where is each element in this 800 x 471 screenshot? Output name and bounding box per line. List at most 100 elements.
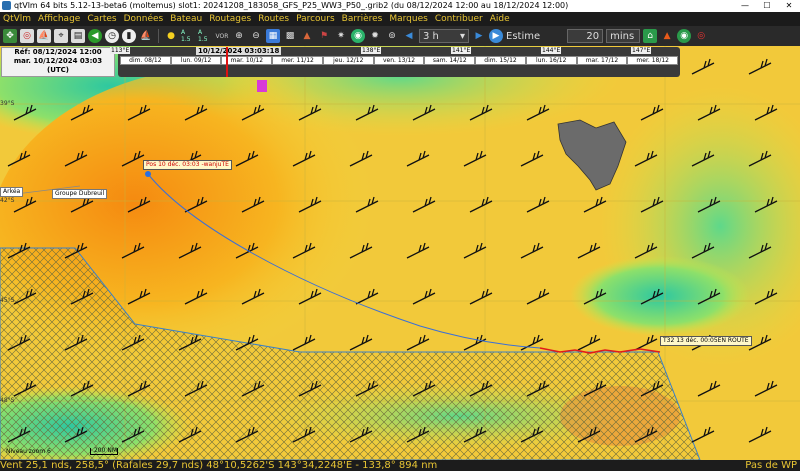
pause-icon[interactable]: ▮: [122, 29, 136, 43]
step-select[interactable]: 3 h ▾: [419, 29, 469, 43]
zoom-in-icon[interactable]: ⊕: [232, 29, 246, 43]
menu-barrieres[interactable]: Barrières: [339, 12, 387, 26]
routing-icon[interactable]: ⌖: [54, 29, 68, 43]
warning-icon[interactable]: ▲: [660, 29, 674, 43]
timeline-day[interactable]: lun. 09/12: [170, 56, 222, 65]
timeline-day[interactable]: jeu. 12/12: [322, 56, 374, 65]
window-titlebar: qtVlm 64 bits 5.12-13-beta6 (moltemus) s…: [0, 0, 800, 12]
arrows-icon[interactable]: ✥: [3, 29, 17, 43]
wind-a-icon[interactable]: A 1.5: [181, 29, 195, 43]
map-canvas[interactable]: [0, 46, 800, 460]
lon-label-4: 144°E: [541, 47, 562, 54]
gps-icon[interactable]: ◎: [20, 29, 34, 43]
maximize-button[interactable]: ☐: [756, 0, 778, 12]
target-icon[interactable]: ⊚: [385, 29, 399, 43]
timeline-bar[interactable]: 113°E 10/12/2024 03:03:18 138°E 141°E 14…: [110, 47, 680, 77]
menu-bateau[interactable]: Bateau: [167, 12, 206, 26]
globe-icon[interactable]: ◉: [351, 29, 365, 43]
boat-label-arkea[interactable]: Arkéa: [0, 187, 24, 197]
menu-qtvlm[interactable]: QtVlm: [0, 12, 35, 26]
menu-routages[interactable]: Routages: [206, 12, 255, 26]
home-icon[interactable]: ⌂: [643, 29, 658, 43]
current-date: mar. 10/12/2024 03:03: [13, 57, 103, 65]
lat-label-2: 42°S: [0, 197, 15, 204]
sail-icon[interactable]: ⛵: [139, 29, 153, 43]
compass-icon[interactable]: ✷: [334, 29, 348, 43]
menu-marques[interactable]: Marques: [386, 12, 431, 26]
menu-aide[interactable]: Aide: [487, 12, 514, 26]
zoom-out-icon[interactable]: ⊖: [249, 29, 263, 43]
route-start-label[interactable]: Pos 10 déc. 03:03 -wanjuTE: [143, 160, 232, 170]
estime-play-icon[interactable]: ▶: [489, 29, 503, 43]
toolbar: ✥ ◎ ⛵ ⌖ ▤ ◀ ◷ ▮ ⛵ ● A 1.5 A 1.5 VOR ⊕ ⊖ …: [0, 26, 800, 56]
scale-bar: 200 NM: [90, 448, 118, 455]
route-end-label[interactable]: T32 13 déc. 00:05EN ROUTE: [660, 336, 752, 346]
lightbulb-icon[interactable]: ●: [164, 29, 178, 43]
lon-label-1: 113°E: [110, 47, 131, 54]
reference-date: Réf: 08/12/2024 12:00: [14, 48, 102, 56]
sync-icon[interactable]: ◉: [677, 29, 692, 43]
status-text: Vent 25,1 nds, 258,5° (Rafales 29,7 nds)…: [0, 460, 438, 471]
timeline-day[interactable]: lun. 16/12: [525, 56, 577, 65]
chevron-down-icon: ▾: [459, 31, 465, 42]
estime-label: Estime: [506, 30, 541, 42]
step-value: 3 h: [423, 31, 439, 42]
lon-label-2: 138°E: [361, 47, 382, 54]
settings-icon[interactable]: ✹: [368, 29, 382, 43]
timeline-days: dim. 08/12 lun. 09/12 mar. 10/12 mer. 11…: [120, 56, 679, 65]
timeline-cursor[interactable]: [226, 47, 228, 77]
unit-value: mins: [610, 31, 635, 42]
barrier-icon[interactable]: ▤: [71, 29, 85, 43]
forward-arrow-icon[interactable]: ▶: [472, 29, 486, 43]
back-arrow-icon[interactable]: ◀: [402, 29, 416, 43]
minimize-button[interactable]: —: [734, 0, 756, 12]
timeline-day[interactable]: mer. 18/12: [627, 56, 679, 65]
map-icon[interactable]: ▦: [266, 29, 280, 43]
boat-icon[interactable]: ⛵: [37, 29, 51, 43]
vor-icon[interactable]: VOR: [215, 29, 229, 43]
lat-label-3: 45°S: [0, 297, 15, 304]
timeline-day[interactable]: mar. 10/12: [221, 56, 273, 65]
timeline-day[interactable]: mer. 11/12: [272, 56, 323, 65]
up-arrow-icon[interactable]: ▲: [300, 29, 314, 43]
wind-b-icon[interactable]: A 1.5: [198, 29, 212, 43]
play-icon[interactable]: ◀: [88, 29, 102, 43]
close-button[interactable]: ✕: [778, 0, 800, 12]
lon-label-3: 141°E: [451, 47, 472, 54]
lat-label-1: 39°S: [0, 100, 15, 107]
toolbar-separator: [158, 29, 159, 43]
weather-map[interactable]: Pos 10 déc. 03:03 -wanjuTE T32 13 déc. 0…: [0, 46, 800, 460]
lifebuoy-icon[interactable]: ◎: [694, 29, 708, 43]
timeline-day[interactable]: dim. 15/12: [475, 56, 526, 65]
boat-position-marker[interactable]: [145, 171, 151, 177]
boat-label-groupe-dubreuil[interactable]: Groupe Dubreuil: [52, 189, 108, 199]
timeline-day[interactable]: sam. 14/12: [424, 56, 476, 65]
window-title: qtVlm 64 bits 5.12-13-beta6 (moltemus) s…: [14, 1, 569, 10]
duration-input[interactable]: 20: [567, 29, 604, 43]
waypoint-marker[interactable]: [257, 80, 267, 92]
menu-bar: QtVlm Affichage Cartes Données Bateau Ro…: [0, 12, 800, 26]
waypoint-status: Pas de WP: [745, 460, 797, 471]
menu-donnees[interactable]: Données: [121, 12, 168, 26]
timeline-day[interactable]: mar. 17/12: [576, 56, 628, 65]
grid-icon[interactable]: ▩: [283, 29, 297, 43]
lon-label-5: 147°E: [631, 47, 652, 54]
clock-icon[interactable]: ◷: [105, 29, 119, 43]
timeline-day[interactable]: ven. 13/12: [373, 56, 425, 65]
window-controls: — ☐ ✕: [734, 0, 800, 12]
app-icon: [2, 1, 11, 10]
status-bar: Vent 25,1 nds, 258,5° (Rafales 29,7 nds)…: [0, 460, 800, 471]
menu-contribuer[interactable]: Contribuer: [432, 12, 487, 26]
menu-routes[interactable]: Routes: [255, 12, 293, 26]
flag-icon[interactable]: ⚑: [317, 29, 331, 43]
lat-label-4: 48°S: [0, 397, 15, 404]
zoom-level-label: Niveau zoom 6: [6, 448, 51, 455]
timeline-current-time: 10/12/2024 03:03:18: [196, 47, 282, 55]
timeline-day[interactable]: dim. 08/12: [120, 56, 171, 65]
timezone-label: (UTC): [47, 66, 69, 74]
menu-parcours[interactable]: Parcours: [293, 12, 339, 26]
unit-select[interactable]: mins ▾: [606, 29, 641, 56]
menu-affichage[interactable]: Affichage: [35, 12, 84, 26]
reference-time-box: Réf: 08/12/2024 12:00 mar. 10/12/2024 03…: [1, 47, 115, 77]
menu-cartes[interactable]: Cartes: [84, 12, 120, 26]
